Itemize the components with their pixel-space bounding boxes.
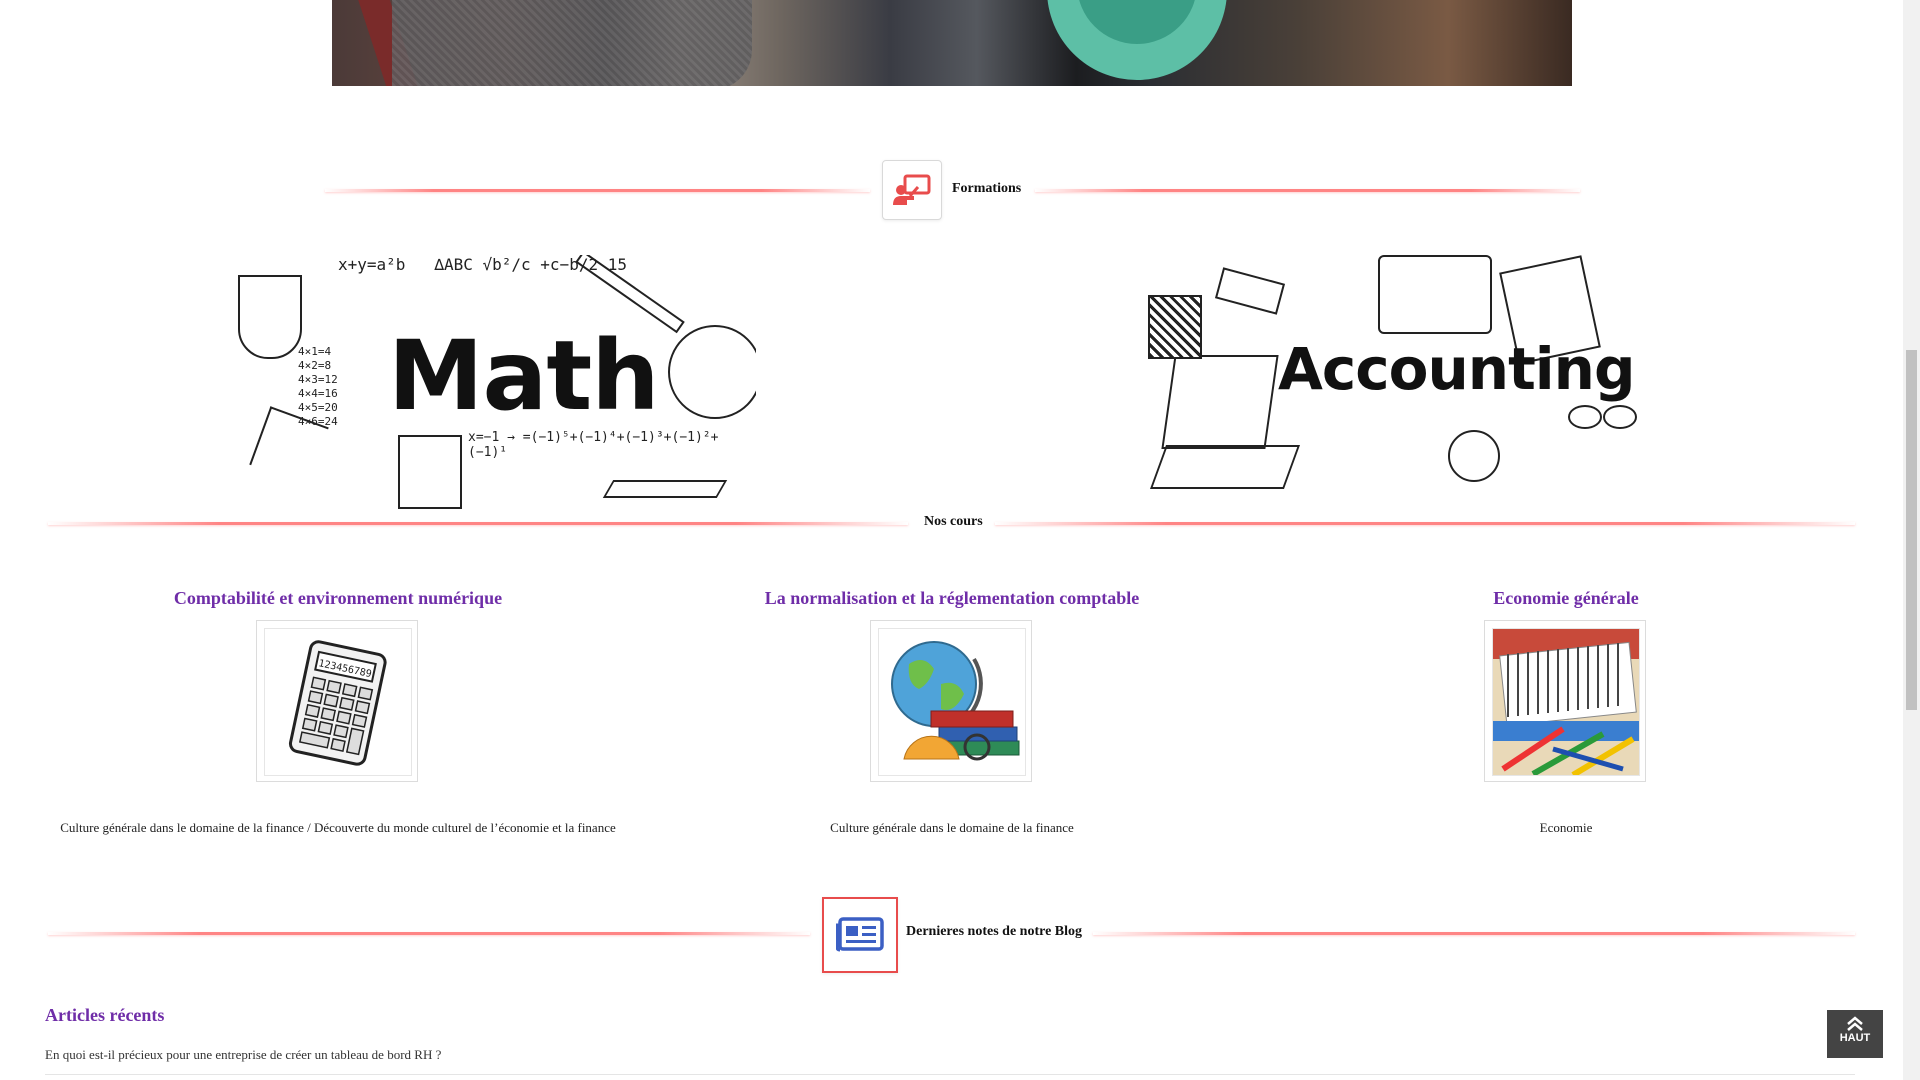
formations-rule-left: [325, 189, 870, 192]
back-to-top-label: HAUT: [1839, 1032, 1871, 1044]
scrollbar-thumb[interactable]: [1906, 350, 1917, 710]
notebooks-pens-image: [1493, 629, 1639, 775]
course-title-comptabilite[interactable]: Comptabilité et environnement numérique: [88, 588, 588, 609]
newspaper-icon: [836, 917, 884, 952]
formations-rule-right: [1035, 189, 1580, 192]
back-to-top-button[interactable]: HAUT: [1827, 1010, 1883, 1058]
course-desc-comptabilite: Culture générale dans le domaine de la f…: [60, 820, 616, 835]
calculator-image: 123456789: [265, 629, 411, 775]
courses-rule-right: [995, 522, 1855, 525]
course-thumb-comptabilite[interactable]: 123456789: [256, 620, 418, 782]
teacher-board-icon: [893, 174, 931, 205]
course-desc-normalisation: Culture générale dans le domaine de la f…: [830, 820, 1074, 835]
course-thumb-normalisation[interactable]: [870, 620, 1032, 782]
hero-photo: [332, 0, 1572, 86]
course-title-economie[interactable]: Economie générale: [1316, 588, 1816, 609]
article-link[interactable]: En quoi est-il précieux pour une entrepr…: [45, 1047, 441, 1063]
math-banner-text: Math: [388, 320, 660, 432]
accounting-banner[interactable]: Accounting: [1148, 255, 1676, 513]
globe-books-image: [879, 629, 1025, 775]
blog-rule-left: [48, 932, 810, 935]
course-thumb-economie[interactable]: [1484, 620, 1646, 782]
courses-rule-left: [48, 522, 908, 525]
article-divider: [45, 1074, 1855, 1075]
courses-label: Nos cours: [922, 514, 985, 530]
blog-label: Dernieres notes de notre Blog: [906, 924, 1083, 939]
formations-label: Formations: [952, 181, 1022, 196]
blog-icon-box: [822, 897, 898, 973]
course-title-normalisation[interactable]: La normalisation et la réglementation co…: [700, 588, 1204, 609]
page-scrollbar[interactable]: [1903, 0, 1920, 1080]
formations-icon-box: [882, 160, 942, 220]
math-banner[interactable]: x+y=a²b ∆ABC √b²/c +c−b/2 15 4×1=4 4×2=8 4…: [228, 255, 756, 517]
course-desc-economie: Economie: [1539, 820, 1593, 835]
blog-rule-right: [1093, 932, 1855, 935]
double-chevron-up-icon: [1847, 1016, 1863, 1031]
articles-title: Articles récents: [45, 1005, 165, 1025]
accounting-banner-text: Accounting: [1278, 335, 1635, 403]
